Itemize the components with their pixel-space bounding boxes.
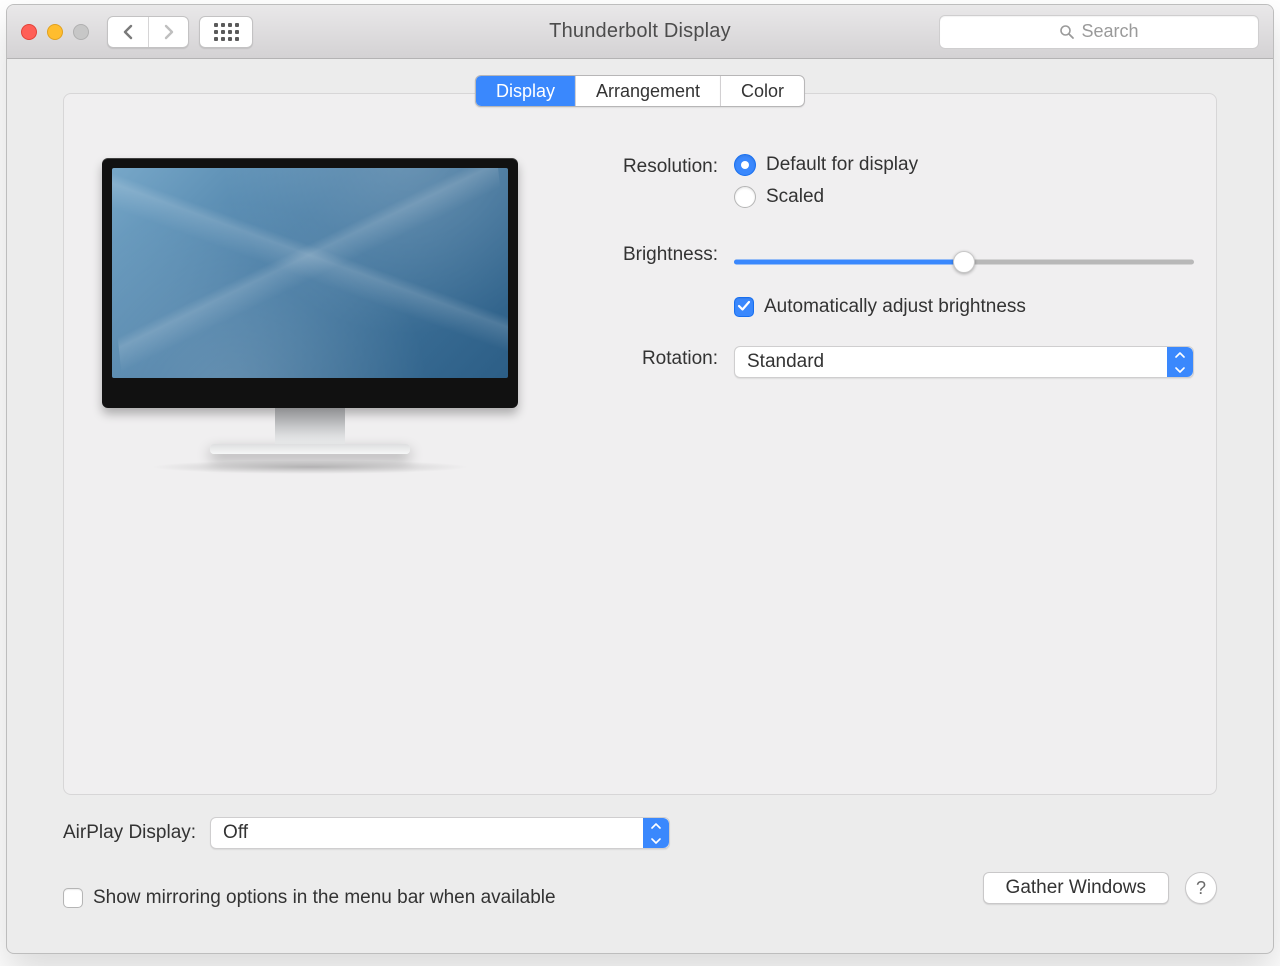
search-icon — [1059, 24, 1075, 40]
resolution-scaled-label: Scaled — [766, 186, 824, 208]
auto-brightness-label: Automatically adjust brightness — [764, 296, 1026, 318]
preferences-window: Thunderbolt Display Search Display Arran… — [6, 4, 1274, 954]
search-input[interactable]: Search — [939, 15, 1259, 49]
brightness-label: Brightness: — [578, 242, 718, 266]
close-icon[interactable] — [21, 24, 37, 40]
auto-brightness-checkbox[interactable]: Automatically adjust brightness — [734, 296, 1194, 318]
rotation-select[interactable]: Standard — [734, 346, 1194, 378]
slider-thumb[interactable] — [953, 251, 975, 273]
help-icon: ? — [1196, 878, 1206, 899]
select-stepper-icon — [1167, 347, 1193, 377]
tab-color[interactable]: Color — [720, 76, 804, 106]
window-controls — [21, 24, 89, 40]
radio-icon — [734, 186, 756, 208]
resolution-default-label: Default for display — [766, 154, 918, 176]
settings-panel: Resolution: Default for display Scaled — [63, 93, 1217, 795]
gather-windows-button[interactable]: Gather Windows — [983, 872, 1169, 904]
search-placeholder: Search — [1081, 21, 1138, 42]
tab-arrangement[interactable]: Arrangement — [575, 76, 720, 106]
zoom-icon — [73, 24, 89, 40]
chevron-right-icon — [163, 24, 175, 40]
back-button[interactable] — [108, 17, 148, 47]
resolution-default-radio[interactable]: Default for display — [734, 154, 1194, 176]
resolution-scaled-radio[interactable]: Scaled — [734, 186, 1194, 208]
minimize-icon[interactable] — [47, 24, 63, 40]
chevron-left-icon — [122, 24, 134, 40]
content-area: Display Arrangement Color Resolution: — [7, 59, 1273, 953]
checkbox-icon — [63, 888, 83, 908]
bottom-area: AirPlay Display: Off Show mirroring opti… — [63, 817, 1217, 927]
checkbox-icon — [734, 297, 754, 317]
nav-group — [107, 16, 189, 48]
airplay-select[interactable]: Off — [210, 817, 670, 849]
select-stepper-icon — [643, 818, 669, 848]
rotation-label: Rotation: — [578, 346, 718, 370]
gather-windows-label: Gather Windows — [1006, 877, 1146, 899]
mirroring-checkbox[interactable]: Show mirroring options in the menu bar w… — [63, 887, 556, 909]
rotation-value: Standard — [747, 351, 824, 373]
help-button[interactable]: ? — [1185, 872, 1217, 904]
grid-icon — [214, 23, 239, 41]
resolution-label: Resolution: — [578, 154, 718, 178]
settings-column: Resolution: Default for display Scaled — [578, 150, 1194, 756]
radio-icon — [734, 154, 756, 176]
monitor-preview — [102, 150, 518, 756]
slider-fill — [734, 260, 964, 265]
monitor-illustration — [102, 158, 518, 474]
brightness-slider[interactable] — [734, 248, 1194, 276]
titlebar: Thunderbolt Display Search — [7, 5, 1273, 59]
airplay-value: Off — [223, 822, 248, 844]
mirroring-label: Show mirroring options in the menu bar w… — [93, 887, 556, 909]
tab-display[interactable]: Display — [476, 76, 575, 106]
show-all-button[interactable] — [199, 16, 253, 48]
forward-button[interactable] — [148, 17, 188, 47]
airplay-label: AirPlay Display: — [63, 822, 196, 844]
tab-bar: Display Arrangement Color — [475, 75, 805, 107]
